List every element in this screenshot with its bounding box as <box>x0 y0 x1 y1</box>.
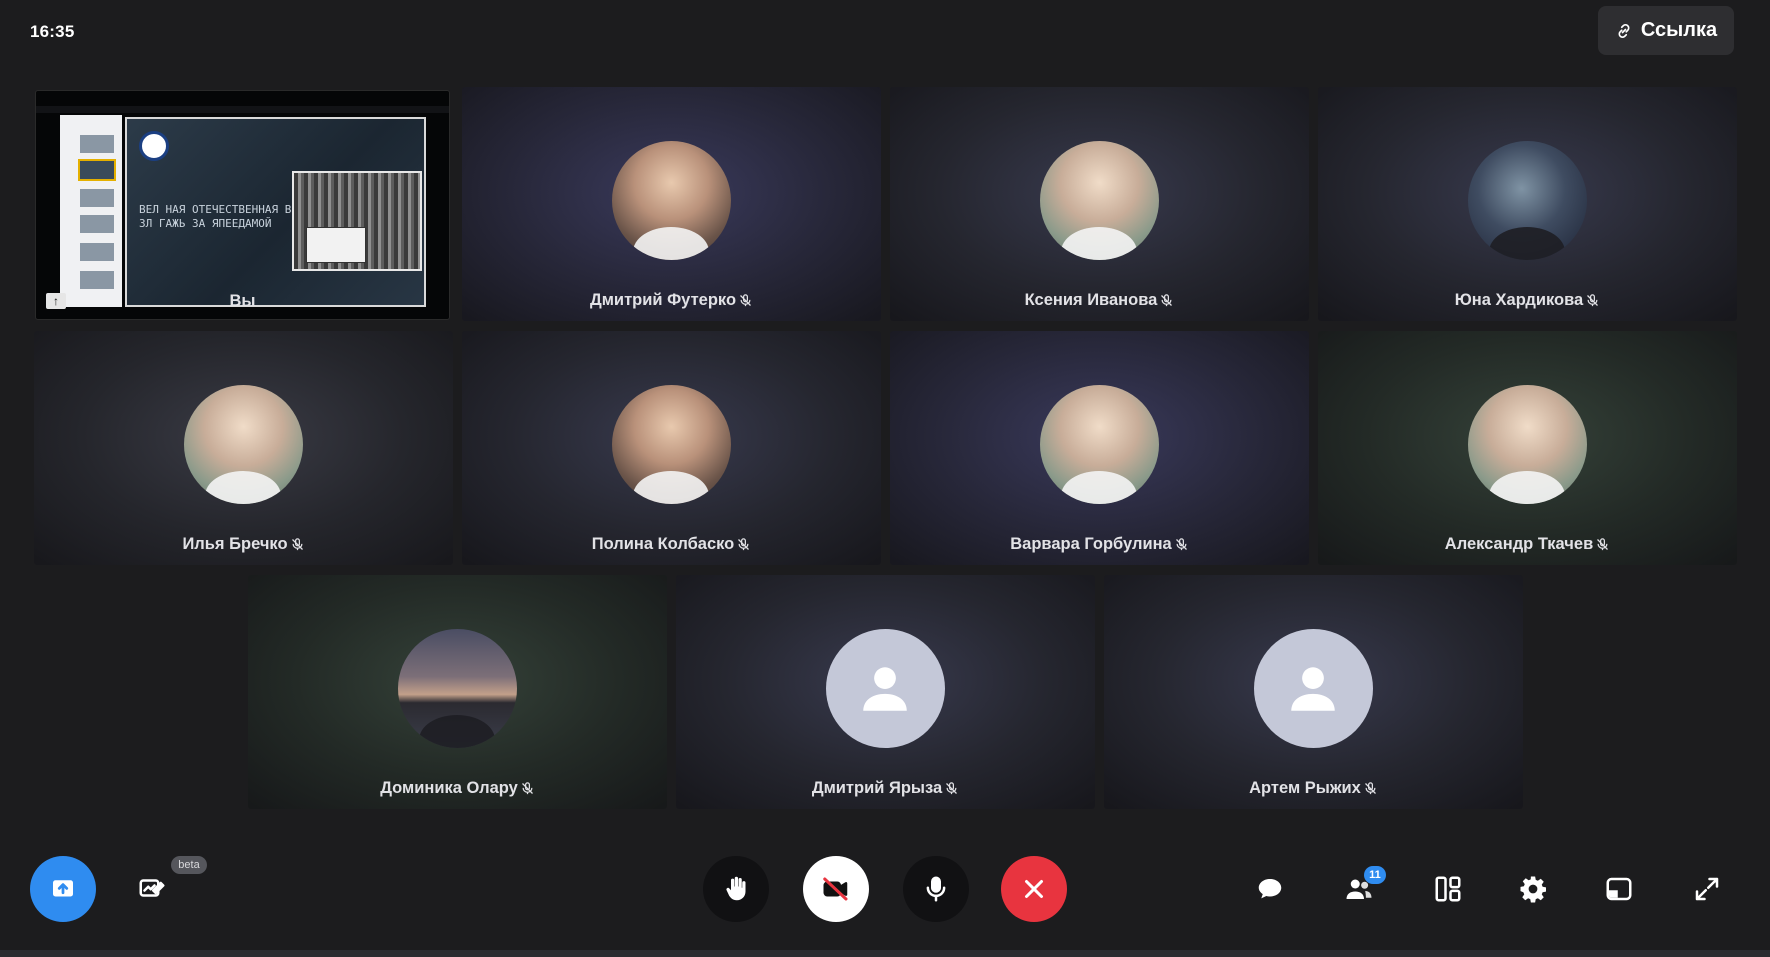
mic-off-icon <box>1161 294 1173 307</box>
end-call-button[interactable] <box>1001 856 1067 922</box>
chat-button[interactable] <box>1250 869 1290 909</box>
participant-tile[interactable]: Варвара Горбулина <box>890 331 1309 565</box>
share-screen-icon <box>53 880 73 897</box>
copy-link-button[interactable]: Ссылка <box>1598 6 1734 55</box>
copy-link-label: Ссылка <box>1640 19 1718 41</box>
participant-tile[interactable]: Ксения Иванова <box>890 87 1309 321</box>
avatar <box>1253 629 1373 748</box>
avatar <box>611 141 731 260</box>
camera-off-icon <box>823 877 848 901</box>
camera-toggle-button[interactable] <box>803 856 869 922</box>
slide-thumbnail <box>80 271 114 289</box>
layout-button[interactable] <box>1428 869 1468 909</box>
participant-tile[interactable]: Юна Хардикова <box>1318 87 1737 321</box>
picture-in-picture-button[interactable] <box>1599 869 1639 909</box>
mic-off-icon <box>291 538 303 551</box>
participant-name: Ксения Иванова <box>890 291 1309 310</box>
pip-icon <box>1606 877 1632 901</box>
clock: 16:35 <box>30 22 75 41</box>
avatar <box>397 629 517 748</box>
participant-tile[interactable]: Александр Ткачев <box>1318 331 1737 565</box>
chat-icon <box>1258 879 1282 899</box>
presentation-slide: ВЕЛ НАЯ ОТЕЧЕСТВЕННАЯ ВОЙНА ЗЛ ГАЖЬ ЗА Я… <box>125 117 426 307</box>
beta-badge: beta <box>171 856 207 874</box>
mic-off-icon <box>738 538 750 551</box>
user-placeholder-icon <box>1291 666 1335 711</box>
slide-title: ВЕЛ НАЯ ОТЕЧЕСТВЕННАЯ ВОЙНА ЗЛ ГАЖЬ ЗА Я… <box>139 203 318 230</box>
layout-icon <box>1435 876 1461 902</box>
avatar <box>183 385 303 504</box>
participant-name: Полина Колбаско <box>462 535 881 554</box>
participant-name: Дмитрий Ярыза <box>676 779 1095 798</box>
user-placeholder-icon <box>863 666 907 711</box>
fullscreen-button[interactable] <box>1687 869 1727 909</box>
mic-off-icon <box>1597 538 1609 551</box>
raise-hand-icon <box>726 876 746 901</box>
share-screen-button[interactable] <box>30 856 96 922</box>
slide-thumbnail <box>80 215 114 233</box>
participant-name: Юна Хардикова <box>1318 291 1737 310</box>
whiteboard-button[interactable] <box>132 868 172 908</box>
settings-icon <box>1520 876 1546 903</box>
avatar <box>825 629 945 748</box>
participant-name: Александр Ткачев <box>1318 535 1737 554</box>
slide-thumbnail-active <box>78 159 116 181</box>
avatar <box>611 385 731 504</box>
organization-logo <box>139 131 169 161</box>
slide-thumbnail <box>80 189 114 207</box>
photo-caption-sign <box>306 227 366 263</box>
participant-name: Варвара Горбулина <box>890 535 1309 554</box>
participant-name: Дмитрий Футерко <box>462 291 881 310</box>
whiteboard-icon <box>139 879 165 897</box>
shared-window-titlebar <box>36 106 449 113</box>
participant-name: Илья Бречко <box>34 535 453 554</box>
window-bottom-edge <box>0 950 1770 957</box>
participant-tile[interactable]: Полина Колбаско <box>462 331 881 565</box>
participant-tile[interactable]: Дмитрий Футерко <box>462 87 881 321</box>
link-icon <box>1618 23 1630 38</box>
participant-name: Артем Рыжих <box>1104 779 1523 798</box>
participant-name: Вы <box>229 292 256 310</box>
slide-thumbnail <box>80 135 114 153</box>
raise-hand-button[interactable] <box>703 856 769 922</box>
fullscreen-icon <box>1695 877 1719 901</box>
self-screen-share-tile[interactable]: ВЕЛ НАЯ ОТЕЧЕСТВЕННАЯ ВОЙНА ЗЛ ГАЖЬ ЗА Я… <box>35 90 450 320</box>
mic-off-icon <box>521 782 533 795</box>
participant-tile[interactable]: Артем Рыжих <box>1104 575 1523 809</box>
participant-tile[interactable]: Доминика Олару <box>248 575 667 809</box>
participant-name: Доминика Олару <box>248 779 667 798</box>
microphone-icon <box>926 876 946 902</box>
avatar <box>1467 385 1587 504</box>
participant-tile[interactable]: Дмитрий Ярыза <box>676 575 1095 809</box>
settings-button[interactable] <box>1513 869 1553 909</box>
mic-off-icon <box>740 294 751 307</box>
mic-off-icon <box>1364 782 1376 795</box>
end-call-icon <box>1025 880 1043 898</box>
mic-off-icon <box>1587 294 1599 307</box>
avatar <box>1039 385 1159 504</box>
mic-off-icon <box>1175 538 1187 551</box>
participant-tile[interactable]: Илья Бречко <box>34 331 453 565</box>
microphone-toggle-button[interactable] <box>903 856 969 922</box>
avatar <box>1467 141 1587 260</box>
avatar <box>1039 141 1159 260</box>
participants-count-badge: 11 <box>1364 866 1386 884</box>
slide-thumbnail <box>80 243 114 261</box>
mic-off-icon <box>946 782 958 795</box>
